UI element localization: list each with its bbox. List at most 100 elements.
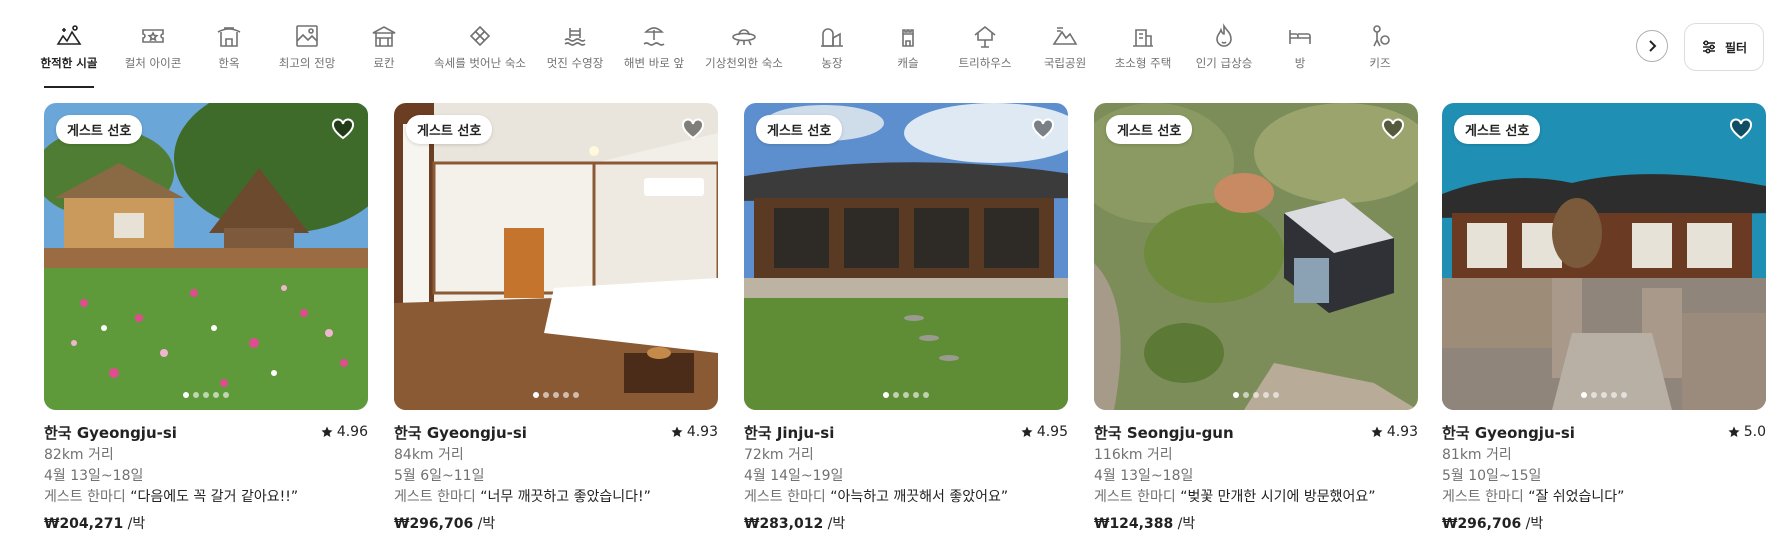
filter-button[interactable]: 필터 xyxy=(1684,23,1764,71)
category-rooms[interactable]: 방 xyxy=(1285,22,1315,88)
category-trending[interactable]: 인기 급상승 xyxy=(1196,22,1252,88)
category-hanok[interactable]: 한옥 xyxy=(214,22,244,88)
listing-photo[interactable]: 게스트 선호 xyxy=(1094,103,1418,410)
view-frame-icon xyxy=(296,25,318,47)
category-beachfront[interactable]: 해변 바로 앞 xyxy=(624,22,684,88)
listing-info: 한국 Gyeongju-si 4.96 82km 거리 4월 13일~18일 게… xyxy=(44,422,368,533)
category-next-button[interactable] xyxy=(1636,30,1668,62)
listing-dates: 4월 14일~19일 xyxy=(744,468,844,484)
review-prefix: 게스트 한마디 xyxy=(44,489,126,505)
listing-rating: 4.95 xyxy=(1021,424,1068,440)
heart-icon[interactable] xyxy=(330,116,356,142)
pool-icon xyxy=(564,28,586,46)
review-prefix: 게스트 한마디 xyxy=(394,489,476,505)
review-prefix: 게스트 한마디 xyxy=(744,489,826,505)
category-ryokan[interactable]: 료칸 xyxy=(369,22,399,88)
listing-card[interactable]: 게스트 선호 한국 Gyeongju-si 4.96 82km 거리 4월 13… xyxy=(44,103,368,533)
farm-icon xyxy=(821,28,843,47)
listing-image xyxy=(744,103,1068,410)
listing-dates: 4월 13일~18일 xyxy=(44,468,144,484)
listing-image xyxy=(1094,103,1418,410)
rating-value: 4.93 xyxy=(686,424,718,440)
listing-info: 한국 Jinju-si 4.95 72km 거리 4월 14일~19일 게스트 … xyxy=(744,422,1068,533)
listing-image xyxy=(44,103,368,410)
listing-image xyxy=(1442,103,1766,410)
heart-icon[interactable] xyxy=(680,116,706,142)
listing-price: ₩204,271 /박 xyxy=(44,513,368,533)
ryokan-icon xyxy=(372,26,396,47)
price-amount: ₩283,012 xyxy=(744,516,824,532)
price-amount: ₩124,388 xyxy=(1094,516,1174,532)
listing-photo[interactable]: 게스트 선호 xyxy=(1442,103,1766,410)
price-unit: /박 xyxy=(1521,516,1544,532)
listing-info: 한국 Gyeongju-si 4.93 84km 거리 5월 6일~11일 게스… xyxy=(394,422,718,533)
rating-value: 4.93 xyxy=(1386,424,1418,440)
star-icon xyxy=(1728,426,1740,437)
listing-card[interactable]: 게스트 선호 한국 Jinju-si 4.95 72km 거리 4월 14일~1… xyxy=(744,103,1068,533)
listing-distance: 84km 거리 xyxy=(394,447,464,463)
photo-pagination-dots xyxy=(1442,392,1766,398)
tiny-home-icon xyxy=(1133,29,1153,47)
category-culture[interactable]: 컬처 아이콘 xyxy=(124,22,182,88)
price-unit: /박 xyxy=(823,516,846,532)
listing-info: 한국 Seongju-gun 4.93 116km 거리 4월 13일~18일 … xyxy=(1094,422,1418,533)
guest-favorite-badge: 게스트 선호 xyxy=(406,115,493,144)
listing-photo[interactable]: 게스트 선호 xyxy=(744,103,1068,410)
filter-label: 필터 xyxy=(1724,40,1748,55)
listing-distance: 116km 거리 xyxy=(1094,447,1173,463)
listing-dates: 5월 10일~15일 xyxy=(1442,468,1542,484)
category-farm[interactable]: 농장 xyxy=(821,22,843,88)
listing-grid: 게스트 선호 한국 Gyeongju-si 4.96 82km 거리 4월 13… xyxy=(44,103,1766,543)
national-park-icon xyxy=(1052,27,1078,45)
listing-price: ₩296,706 /박 xyxy=(394,513,718,533)
castle-icon xyxy=(902,29,914,47)
category-unique[interactable]: 기상천외한 숙소 xyxy=(705,22,783,88)
category-castle[interactable]: 캐슬 xyxy=(897,22,919,88)
price-amount: ₩296,706 xyxy=(394,516,474,532)
star-icon xyxy=(1371,426,1383,437)
listing-review: 게스트 한마디 “잘 쉬었습니다” xyxy=(1442,488,1766,506)
listing-card[interactable]: 게스트 선호 한국 Gyeongju-si 4.93 84km 거리 5월 6일… xyxy=(394,103,718,533)
listing-price: ₩283,012 /박 xyxy=(744,513,1068,533)
listing-photo[interactable]: 게스트 선호 xyxy=(44,103,368,410)
culture-ticket-icon xyxy=(142,29,164,43)
offgrid-icon xyxy=(469,25,491,47)
listing-card[interactable]: 게스트 선호 한국 Seongju-gun 4.93 116km 거리 4월 1… xyxy=(1094,103,1418,533)
price-amount: ₩204,271 xyxy=(44,516,124,532)
category-pool[interactable]: 멋진 수영장 xyxy=(547,22,603,88)
review-quote: “벚꽃 만개한 시기에 방문했어요” xyxy=(1180,489,1376,505)
category-national-park[interactable]: 국립공원 xyxy=(1044,22,1086,88)
review-prefix: 게스트 한마디 xyxy=(1094,489,1176,505)
listing-rating: 4.93 xyxy=(671,424,718,440)
listing-dates: 5월 6일~11일 xyxy=(394,468,485,484)
guest-favorite-badge: 게스트 선호 xyxy=(1106,115,1193,144)
listing-review: 게스트 한마디 “벚꽃 만개한 시기에 방문했어요” xyxy=(1094,488,1418,506)
category-tiny-home[interactable]: 초소형 주택 xyxy=(1115,22,1171,88)
listing-price: ₩124,388 /박 xyxy=(1094,513,1418,533)
category-view[interactable]: 최고의 전망 xyxy=(279,22,335,88)
listing-review: 게스트 한마디 “너무 깨끗하고 좋았습니다!” xyxy=(394,488,718,506)
trending-flame-icon xyxy=(1216,23,1232,47)
photo-pagination-dots xyxy=(44,392,368,398)
heart-icon[interactable] xyxy=(1380,116,1406,142)
listing-rating: 5.0 xyxy=(1728,424,1766,440)
listing-photo[interactable]: 게스트 선호 xyxy=(394,103,718,410)
category-kids[interactable]: 키즈 xyxy=(1365,22,1395,88)
listing-rating: 4.96 xyxy=(321,424,368,440)
guest-favorite-badge: 게스트 선호 xyxy=(756,115,843,144)
listing-info: 한국 Gyeongju-si 5.0 81km 거리 5월 10일~15일 게스… xyxy=(1442,422,1766,533)
heart-icon[interactable] xyxy=(1728,116,1754,142)
category-offgrid[interactable]: 속세를 벗어난 숙소 xyxy=(434,22,526,88)
listing-card[interactable]: 게스트 선호 한국 Gyeongju-si 5.0 81km 거리 5월 10일… xyxy=(1442,103,1766,533)
rating-value: 4.95 xyxy=(1036,424,1068,440)
review-quote: “잘 쉬었습니다” xyxy=(1528,489,1625,505)
listing-distance: 82km 거리 xyxy=(44,447,114,463)
category-treehouse[interactable]: 트리하우스 xyxy=(959,22,1011,88)
listing-title: 한국 Gyeongju-si xyxy=(394,424,527,442)
category-countryside[interactable]: 한적한 시골 xyxy=(41,22,97,88)
heart-icon[interactable] xyxy=(1030,116,1056,142)
category-bar: 한적한 시골 컬처 아이콘 한옥 최고의 전망 료칸 속세를 벗어난 숙소 멋진… xyxy=(0,0,1780,88)
review-quote: “아늑하고 깨끗해서 좋았어요” xyxy=(830,489,1009,505)
price-unit: /박 xyxy=(473,516,496,532)
listing-distance: 72km 거리 xyxy=(744,447,814,463)
